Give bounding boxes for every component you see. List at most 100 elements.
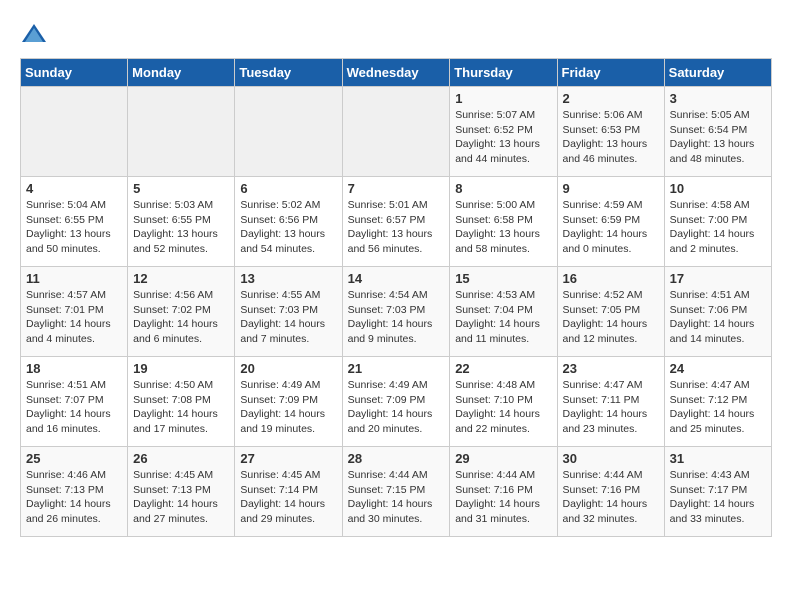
day-number: 24 — [670, 361, 766, 376]
day-info: Sunrise: 4:44 AMSunset: 7:16 PMDaylight:… — [563, 468, 659, 527]
calendar-week-5: 25 Sunrise: 4:46 AMSunset: 7:13 PMDayligh… — [21, 447, 772, 537]
day-number: 8 — [455, 181, 551, 196]
calendar-cell: 10 Sunrise: 4:58 AMSunset: 7:00 PMDayligh… — [664, 177, 771, 267]
day-number: 6 — [240, 181, 336, 196]
calendar-cell: 26 Sunrise: 4:45 AMSunset: 7:13 PMDayligh… — [128, 447, 235, 537]
calendar-cell: 17Sunrise: 4:51 AMSunset: 7:06 PMDayligh… — [664, 267, 771, 357]
day-info: Sunrise: 4:45 AMSunset: 7:13 PMDaylight:… — [133, 468, 229, 527]
day-info: Sunrise: 5:05 AMSunset: 6:54 PMDaylight:… — [670, 108, 766, 167]
calendar-cell: 13 Sunrise: 4:55 AMSunset: 7:03 PMDayligh… — [235, 267, 342, 357]
day-number: 17 — [670, 271, 766, 286]
calendar-cell — [21, 87, 128, 177]
calendar-header-row: SundayMondayTuesdayWednesdayThursdayFrid… — [21, 59, 772, 87]
day-info: Sunrise: 4:49 AMSunset: 7:09 PMDaylight:… — [348, 378, 445, 437]
day-number: 1 — [455, 91, 551, 106]
day-info: Sunrise: 4:55 AMSunset: 7:03 PMDaylight:… — [240, 288, 336, 347]
day-info: Sunrise: 4:49 AMSunset: 7:09 PMDaylight:… — [240, 378, 336, 437]
calendar-week-1: 1 Sunrise: 5:07 AMSunset: 6:52 PMDaylight… — [21, 87, 772, 177]
day-info: Sunrise: 5:04 AMSunset: 6:55 PMDaylight:… — [26, 198, 122, 257]
calendar-cell: 1 Sunrise: 5:07 AMSunset: 6:52 PMDaylight… — [450, 87, 557, 177]
page-header — [20, 20, 772, 48]
day-number: 26 — [133, 451, 229, 466]
calendar-cell: 14 Sunrise: 4:54 AMSunset: 7:03 PMDayligh… — [342, 267, 450, 357]
day-info: Sunrise: 4:56 AMSunset: 7:02 PMDaylight:… — [133, 288, 229, 347]
day-number: 18 — [26, 361, 122, 376]
calendar-cell: 7 Sunrise: 5:01 AMSunset: 6:57 PMDaylight… — [342, 177, 450, 267]
day-number: 7 — [348, 181, 445, 196]
day-info: Sunrise: 4:48 AMSunset: 7:10 PMDaylight:… — [455, 378, 551, 437]
day-number: 25 — [26, 451, 122, 466]
logo-icon — [20, 20, 48, 48]
day-number: 28 — [348, 451, 445, 466]
day-number: 30 — [563, 451, 659, 466]
day-info: Sunrise: 4:54 AMSunset: 7:03 PMDaylight:… — [348, 288, 445, 347]
calendar-cell: 18 Sunrise: 4:51 AMSunset: 7:07 PMDayligh… — [21, 357, 128, 447]
day-info: Sunrise: 4:46 AMSunset: 7:13 PMDaylight:… — [26, 468, 122, 527]
day-number: 13 — [240, 271, 336, 286]
calendar-cell: 12 Sunrise: 4:56 AMSunset: 7:02 PMDayligh… — [128, 267, 235, 357]
calendar-cell: 4 Sunrise: 5:04 AMSunset: 6:55 PMDaylight… — [21, 177, 128, 267]
day-info: Sunrise: 5:07 AMSunset: 6:52 PMDaylight:… — [455, 108, 551, 167]
day-info: Sunrise: 4:51 AMSunset: 7:07 PMDaylight:… — [26, 378, 122, 437]
day-number: 23 — [563, 361, 659, 376]
day-info: Sunrise: 4:58 AMSunset: 7:00 PMDaylight:… — [670, 198, 766, 257]
day-info: Sunrise: 4:47 AMSunset: 7:11 PMDaylight:… — [563, 378, 659, 437]
day-info: Sunrise: 4:53 AMSunset: 7:04 PMDaylight:… — [455, 288, 551, 347]
calendar-cell: 9 Sunrise: 4:59 AMSunset: 6:59 PMDaylight… — [557, 177, 664, 267]
day-number: 10 — [670, 181, 766, 196]
calendar-cell: 5Sunrise: 5:03 AMSunset: 6:55 PMDaylight… — [128, 177, 235, 267]
calendar-cell: 31 Sunrise: 4:43 AMSunset: 7:17 PMDayligh… — [664, 447, 771, 537]
calendar-cell: 8 Sunrise: 5:00 AMSunset: 6:58 PMDaylight… — [450, 177, 557, 267]
day-number: 31 — [670, 451, 766, 466]
calendar-cell: 2 Sunrise: 5:06 AMSunset: 6:53 PMDaylight… — [557, 87, 664, 177]
day-number: 12 — [133, 271, 229, 286]
day-number: 21 — [348, 361, 445, 376]
calendar-cell: 15 Sunrise: 4:53 AMSunset: 7:04 PMDayligh… — [450, 267, 557, 357]
day-info: Sunrise: 4:52 AMSunset: 7:05 PMDaylight:… — [563, 288, 659, 347]
day-number: 14 — [348, 271, 445, 286]
logo — [20, 20, 52, 48]
day-number: 5 — [133, 181, 229, 196]
day-info: Sunrise: 4:45 AMSunset: 7:14 PMDaylight:… — [240, 468, 336, 527]
day-info: Sunrise: 5:06 AMSunset: 6:53 PMDaylight:… — [563, 108, 659, 167]
day-number: 27 — [240, 451, 336, 466]
day-header-thursday: Thursday — [450, 59, 557, 87]
day-number: 29 — [455, 451, 551, 466]
day-info: Sunrise: 5:01 AMSunset: 6:57 PMDaylight:… — [348, 198, 445, 257]
calendar-week-4: 18 Sunrise: 4:51 AMSunset: 7:07 PMDayligh… — [21, 357, 772, 447]
day-number: 16 — [563, 271, 659, 286]
calendar-cell: 30 Sunrise: 4:44 AMSunset: 7:16 PMDayligh… — [557, 447, 664, 537]
day-info: Sunrise: 4:44 AMSunset: 7:15 PMDaylight:… — [348, 468, 445, 527]
day-number: 9 — [563, 181, 659, 196]
day-number: 2 — [563, 91, 659, 106]
calendar-cell: 27 Sunrise: 4:45 AMSunset: 7:14 PMDayligh… — [235, 447, 342, 537]
day-info: Sunrise: 5:00 AMSunset: 6:58 PMDaylight:… — [455, 198, 551, 257]
calendar-cell — [128, 87, 235, 177]
day-header-wednesday: Wednesday — [342, 59, 450, 87]
day-number: 20 — [240, 361, 336, 376]
calendar-cell: 6 Sunrise: 5:02 AMSunset: 6:56 PMDaylight… — [235, 177, 342, 267]
day-number: 22 — [455, 361, 551, 376]
calendar-cell: 23 Sunrise: 4:47 AMSunset: 7:11 PMDayligh… — [557, 357, 664, 447]
day-header-monday: Monday — [128, 59, 235, 87]
day-header-tuesday: Tuesday — [235, 59, 342, 87]
day-header-sunday: Sunday — [21, 59, 128, 87]
day-info: Sunrise: 4:59 AMSunset: 6:59 PMDaylight:… — [563, 198, 659, 257]
day-number: 11 — [26, 271, 122, 286]
calendar-week-2: 4 Sunrise: 5:04 AMSunset: 6:55 PMDaylight… — [21, 177, 772, 267]
day-info: Sunrise: 4:47 AMSunset: 7:12 PMDaylight:… — [670, 378, 766, 437]
day-header-saturday: Saturday — [664, 59, 771, 87]
calendar-cell: 16 Sunrise: 4:52 AMSunset: 7:05 PMDayligh… — [557, 267, 664, 357]
day-number: 4 — [26, 181, 122, 196]
calendar-cell: 25 Sunrise: 4:46 AMSunset: 7:13 PMDayligh… — [21, 447, 128, 537]
calendar-table: SundayMondayTuesdayWednesdayThursdayFrid… — [20, 58, 772, 537]
day-number: 15 — [455, 271, 551, 286]
calendar-cell — [342, 87, 450, 177]
calendar-cell: 22 Sunrise: 4:48 AMSunset: 7:10 PMDayligh… — [450, 357, 557, 447]
day-info: Sunrise: 4:50 AMSunset: 7:08 PMDaylight:… — [133, 378, 229, 437]
day-info: Sunrise: 5:02 AMSunset: 6:56 PMDaylight:… — [240, 198, 336, 257]
calendar-cell: 24 Sunrise: 4:47 AMSunset: 7:12 PMDayligh… — [664, 357, 771, 447]
day-info: Sunrise: 4:43 AMSunset: 7:17 PMDaylight:… — [670, 468, 766, 527]
day-number: 3 — [670, 91, 766, 106]
calendar-cell: 20 Sunrise: 4:49 AMSunset: 7:09 PMDayligh… — [235, 357, 342, 447]
